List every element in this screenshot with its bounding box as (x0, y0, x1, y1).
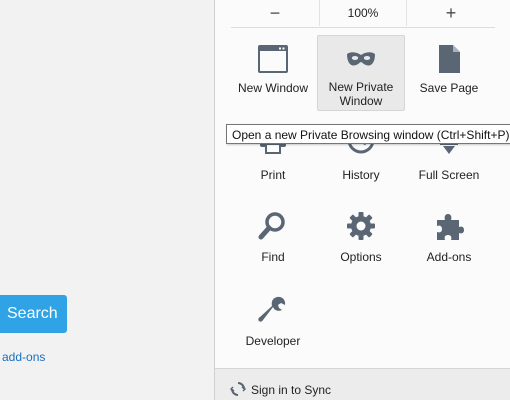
panel-menu: − 100% + New Window New Private Window S… (214, 0, 510, 400)
zoom-out-button[interactable]: − (231, 0, 319, 26)
sync-icon (230, 382, 246, 396)
zoom-in-button[interactable]: + (407, 0, 495, 26)
addons-button[interactable]: Add-ons (405, 206, 493, 268)
new-window-label: New Window (237, 81, 309, 95)
new-private-window-button[interactable]: New Private Window (317, 35, 405, 111)
window-icon (258, 45, 288, 73)
addons-label: Add-ons (426, 250, 472, 264)
gear-icon (347, 212, 375, 240)
save-page-button[interactable]: Save Page (405, 36, 493, 110)
print-label: Print (260, 168, 286, 182)
history-label: History (342, 168, 380, 182)
zoom-reset-button[interactable]: 100% (319, 0, 407, 26)
new-window-button[interactable]: New Window (229, 36, 317, 110)
save-page-label: Save Page (419, 81, 479, 95)
wrench-icon (258, 296, 286, 322)
options-label: Options (340, 250, 382, 264)
search-button-label: Search (7, 305, 58, 322)
private-mask-icon (347, 52, 375, 66)
fullscreen-label: Full Screen (418, 168, 480, 182)
sync-label: Sign in to Sync (251, 383, 332, 397)
save-page-icon (439, 45, 460, 73)
find-button[interactable]: Find (229, 206, 317, 268)
puzzle-icon (437, 214, 464, 240)
zoom-controls: − 100% + (231, 0, 495, 28)
developer-label: Developer (245, 334, 301, 348)
private-window-tooltip: Open a new Private Browsing window (Ctrl… (226, 124, 510, 144)
new-private-window-label-line1: New Private (328, 80, 394, 94)
search-button[interactable]: Search (0, 295, 67, 333)
sync-footer[interactable]: Sign in to Sync (215, 368, 510, 400)
addons-link[interactable]: add-ons (2, 350, 45, 364)
new-private-window-label-line2: Window (339, 94, 383, 108)
options-button[interactable]: Options (317, 206, 405, 268)
search-icon (258, 212, 285, 240)
find-label: Find (261, 250, 285, 264)
developer-button[interactable]: Developer (229, 290, 317, 352)
